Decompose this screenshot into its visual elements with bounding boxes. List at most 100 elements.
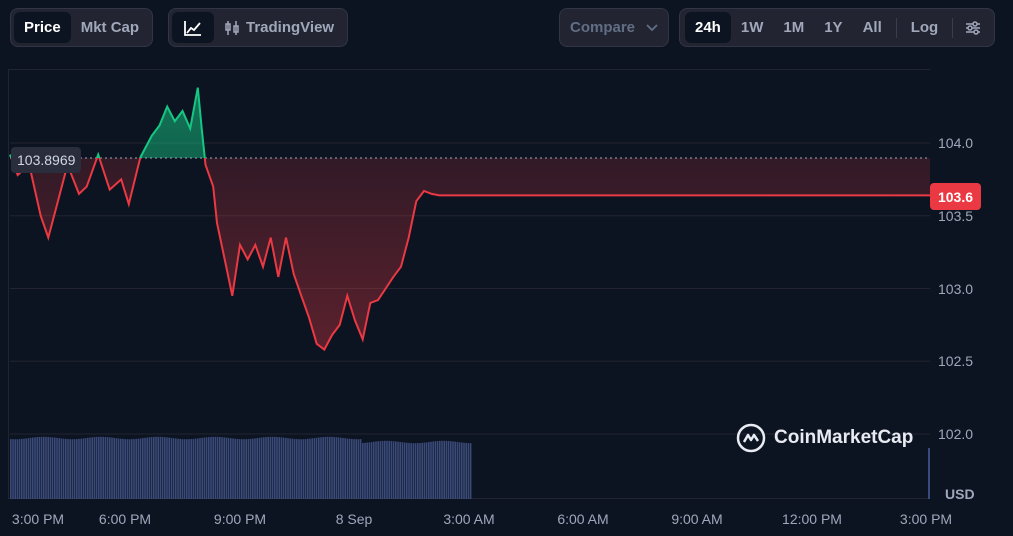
volume-bar	[326, 436, 329, 499]
volume-bar	[249, 438, 252, 499]
volume-bar	[148, 437, 151, 499]
volume-bar	[155, 436, 157, 499]
volume-bar	[159, 436, 162, 499]
volume-bar	[340, 437, 342, 499]
volume-bar	[307, 438, 309, 499]
volume-bar	[65, 438, 67, 499]
volume-bar	[254, 438, 256, 499]
volume-bar	[355, 439, 357, 499]
volume-bar	[232, 438, 234, 499]
volume-bar	[161, 436, 164, 499]
volume-bar	[183, 439, 186, 499]
volume-bar	[381, 440, 384, 499]
current-price-tag: 103.6	[930, 183, 981, 210]
volume-bar	[423, 442, 426, 499]
volume-bar	[928, 448, 930, 499]
volume-bar	[10, 439, 12, 499]
volume-bar	[201, 437, 203, 499]
volume-bar	[406, 442, 408, 499]
volume-bar	[337, 437, 340, 499]
volume-bar	[95, 436, 98, 499]
y-tick-label: 103.0	[938, 280, 974, 297]
volume-bar	[287, 438, 289, 499]
volume-bar	[80, 438, 82, 499]
volume-bar	[104, 436, 107, 499]
y-tick-label: 102.5	[938, 353, 974, 370]
volume-bar	[417, 443, 419, 499]
volume-bar	[447, 440, 450, 499]
volume-bar	[190, 439, 192, 499]
volume-bar	[199, 438, 201, 499]
volume-bar	[364, 442, 366, 499]
volume-bar	[73, 439, 76, 499]
y-tick-label: 104.0	[938, 135, 974, 151]
volume-bar	[390, 440, 393, 499]
volume-bar	[461, 442, 463, 499]
volume-bar	[192, 438, 195, 499]
watermark-label: CoinMarketCap	[774, 427, 914, 448]
volume-bar	[212, 436, 214, 499]
volume-bar	[40, 436, 43, 499]
volume-bar	[441, 440, 443, 499]
volume-bar	[401, 442, 404, 499]
volume-bar	[346, 438, 349, 499]
volume-bar	[419, 443, 421, 499]
volume-bar	[166, 437, 168, 499]
volume-bar	[142, 438, 144, 499]
volume-bar	[36, 437, 38, 499]
volume-bar	[29, 437, 32, 499]
volume-bar	[313, 438, 316, 499]
volume-bar	[208, 437, 210, 499]
volume-bar	[331, 436, 333, 499]
volume-bar	[282, 437, 285, 499]
volume-bar	[309, 438, 311, 499]
volume-bar	[410, 443, 412, 499]
volume-bar	[197, 438, 199, 499]
volume-bar	[177, 438, 179, 499]
volume-bar	[153, 436, 155, 499]
volume-bar	[436, 441, 439, 499]
volume-bar	[368, 442, 371, 499]
currency-label: USD	[945, 486, 975, 502]
volume-bar	[49, 437, 52, 499]
volume-bar	[27, 438, 30, 499]
volume-bar	[135, 438, 137, 499]
volume-bar	[137, 438, 140, 499]
volume-bar	[454, 441, 456, 499]
volume-bar	[124, 439, 126, 499]
volume-bar	[16, 439, 19, 499]
volume-bar	[320, 437, 322, 499]
volume-bar	[280, 437, 283, 499]
volume-bar	[428, 442, 430, 499]
volume-bar	[265, 437, 267, 499]
volume-bar	[164, 437, 166, 499]
volume-bar	[100, 436, 102, 499]
coinmarketcap-logo-icon	[736, 423, 766, 453]
price-chart[interactable]	[0, 0, 1013, 536]
volume-bar	[245, 439, 247, 499]
volume-bar	[256, 438, 258, 499]
volume-bar	[311, 438, 313, 499]
volume-bar	[56, 437, 58, 499]
volume-bar	[203, 437, 206, 499]
volume-bar	[82, 438, 85, 499]
volume-bar	[113, 437, 115, 499]
volume-bar	[274, 436, 276, 499]
volume-bar	[205, 437, 208, 499]
volume-bar	[227, 437, 230, 499]
volume-bar	[379, 441, 382, 499]
volume-bar	[392, 441, 395, 499]
volume-bar	[304, 439, 307, 499]
volume-bar	[278, 437, 280, 499]
volume-bar	[236, 438, 239, 499]
volume-bar	[98, 436, 100, 499]
volume-bar	[425, 442, 428, 499]
volume-bar	[102, 436, 104, 499]
volume-bar	[439, 440, 441, 499]
price-line-down	[10, 158, 930, 352]
volume-bar	[412, 443, 415, 499]
volume-bar	[43, 436, 45, 499]
volume-bar	[139, 438, 142, 499]
volume-bar	[271, 436, 274, 499]
volume-bar	[465, 442, 467, 499]
